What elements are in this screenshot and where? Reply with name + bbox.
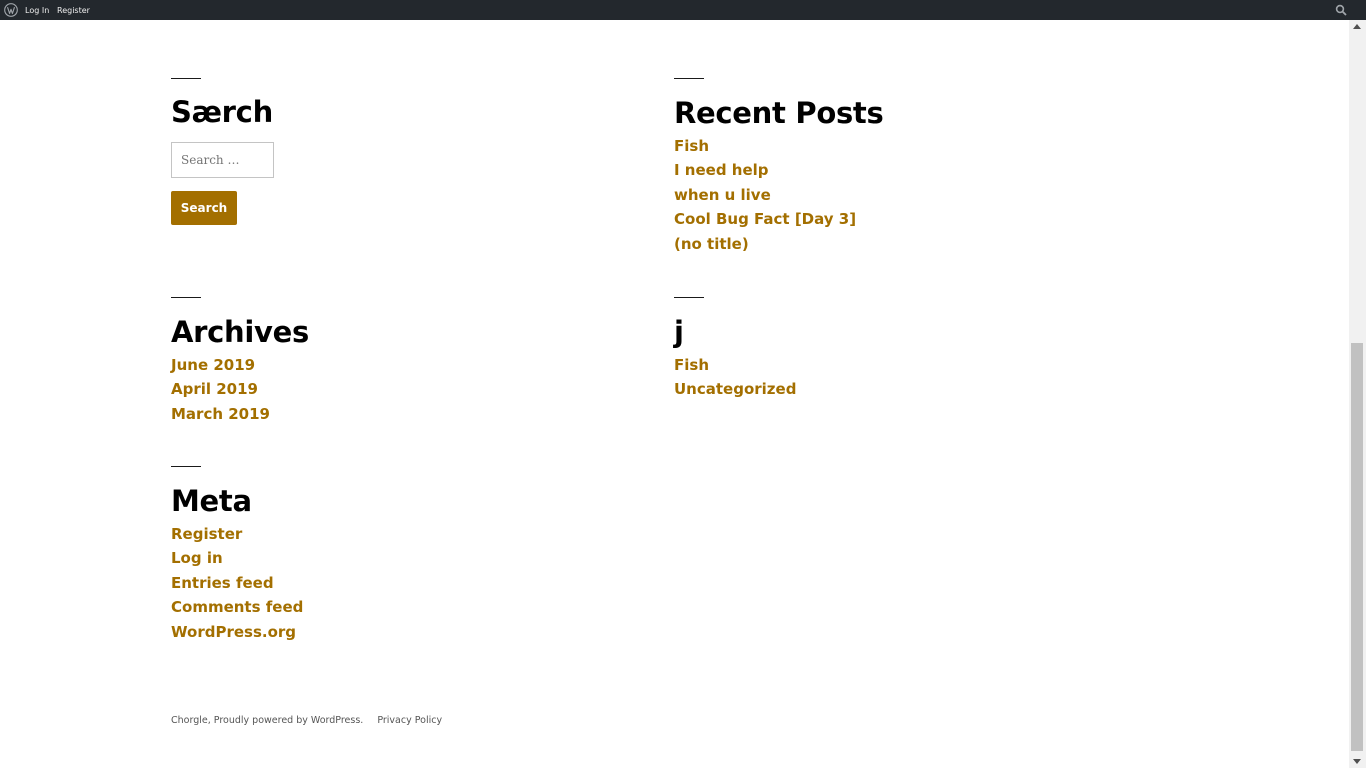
meta-link-login[interactable]: Log in bbox=[171, 546, 571, 570]
widget-divider bbox=[674, 78, 704, 79]
category-link[interactable]: Fish bbox=[674, 353, 1074, 377]
archives-list: June 2019 April 2019 March 2019 bbox=[171, 353, 571, 426]
archive-link[interactable]: April 2019 bbox=[171, 377, 571, 401]
search-icon[interactable] bbox=[1335, 4, 1347, 16]
widget-divider bbox=[171, 297, 201, 298]
privacy-policy-link[interactable]: Privacy Policy bbox=[377, 715, 442, 726]
meta-link-register[interactable]: Register bbox=[171, 522, 571, 546]
search-button[interactable]: Search bbox=[171, 191, 237, 225]
scroll-up-arrow-icon[interactable] bbox=[1353, 24, 1361, 29]
meta-link-wordpress-org[interactable]: WordPress.org bbox=[171, 620, 571, 644]
recent-post-link[interactable]: when u live bbox=[674, 183, 1074, 207]
archives-widget: Archives June 2019 April 2019 March 2019 bbox=[171, 297, 571, 426]
recent-post-link[interactable]: I need help bbox=[674, 158, 1074, 182]
meta-list: Register Log in Entries feed Comments fe… bbox=[171, 522, 571, 644]
search-widget-title: Særch bbox=[171, 95, 273, 129]
widget-divider bbox=[171, 466, 201, 467]
scrollbar-thumb[interactable] bbox=[1351, 343, 1363, 751]
recent-posts-title: Recent Posts bbox=[674, 96, 884, 130]
category-link[interactable]: Uncategorized bbox=[674, 377, 1074, 401]
categories-list: Fish Uncategorized bbox=[674, 353, 1074, 402]
footer-credit-link[interactable]: Chorgle, Proudly powered by WordPress. bbox=[171, 715, 363, 726]
recent-post-link[interactable]: Fish bbox=[674, 134, 1074, 158]
archive-link[interactable]: June 2019 bbox=[171, 353, 571, 377]
recent-posts-widget: Recent Posts Fish I need help when u liv… bbox=[674, 78, 1074, 256]
admin-bar: Log In Register bbox=[0, 0, 1366, 20]
wordpress-logo-icon[interactable] bbox=[4, 3, 18, 17]
admin-bar-register-link[interactable]: Register bbox=[57, 0, 90, 20]
meta-widget: Meta Register Log in Entries feed Commen… bbox=[171, 466, 571, 644]
search-input[interactable]: Search … bbox=[171, 142, 274, 178]
recent-posts-list: Fish I need help when u live Cool Bug Fa… bbox=[674, 134, 1074, 256]
archive-link[interactable]: March 2019 bbox=[171, 402, 571, 426]
categories-widget: j Fish Uncategorized bbox=[674, 297, 1074, 402]
archives-title: Archives bbox=[171, 315, 309, 349]
recent-post-link[interactable]: (no title) bbox=[674, 232, 1074, 256]
search-widget: Særch Search … Search bbox=[171, 78, 571, 228]
meta-title: Meta bbox=[171, 484, 252, 518]
widget-divider bbox=[171, 78, 201, 79]
admin-bar-login-link[interactable]: Log In bbox=[25, 0, 49, 20]
meta-link-entries-feed[interactable]: Entries feed bbox=[171, 571, 571, 595]
page-scrollbar[interactable] bbox=[1349, 20, 1366, 768]
meta-link-comments-feed[interactable]: Comments feed bbox=[171, 595, 571, 619]
categories-title: j bbox=[674, 315, 684, 349]
recent-post-link[interactable]: Cool Bug Fact [Day 3] bbox=[674, 207, 1074, 231]
site-footer: Chorgle, Proudly powered by WordPress. Pr… bbox=[171, 713, 442, 729]
widget-divider bbox=[674, 297, 704, 298]
scroll-down-arrow-icon[interactable] bbox=[1353, 759, 1361, 764]
